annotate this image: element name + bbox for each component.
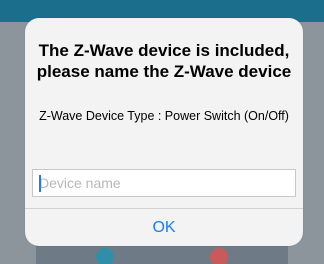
- background-teal-dot: [96, 248, 114, 264]
- screen: The Z-Wave device is included, please na…: [0, 0, 324, 264]
- device-name-field[interactable]: [32, 169, 296, 197]
- device-name-input[interactable]: [33, 170, 295, 196]
- background-red-dot: [210, 248, 228, 264]
- alert-dialog: The Z-Wave device is included, please na…: [25, 18, 303, 246]
- text-cursor: [39, 175, 41, 192]
- ok-button[interactable]: OK: [25, 209, 303, 246]
- dialog-title: The Z-Wave device is included, please na…: [36, 41, 292, 81]
- dialog-message: Z-Wave Device Type : Power Switch (On/Of…: [39, 109, 289, 123]
